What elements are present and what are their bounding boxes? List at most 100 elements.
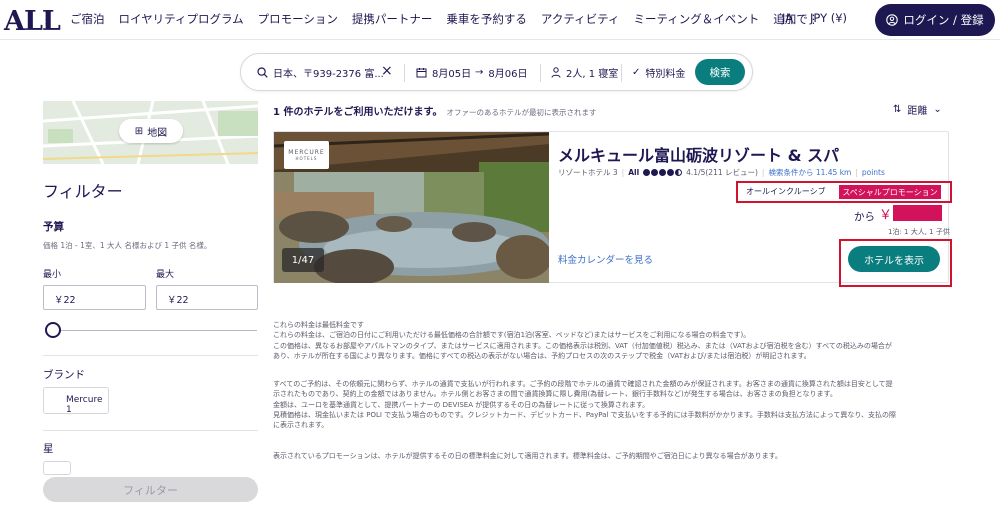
sort-selector[interactable]: ⇅ 距離 ⌄ — [893, 102, 942, 117]
apply-filter-button[interactable]: フィルター — [43, 477, 258, 502]
budget-label: 予算 — [43, 221, 64, 233]
filter-title: フィルター — [43, 182, 123, 201]
nav-item-stay[interactable]: ご宿泊 — [70, 11, 105, 27]
mercure-logo: MERCURE HOTELS — [284, 141, 329, 169]
footnote-payment: すべてのご予約は、その依頼元に関わらず、ホテルの通貨で支払いが行われます。ご予約… — [273, 379, 953, 430]
nav-item-partners[interactable]: 提携パートナー — [352, 11, 433, 27]
search-icon — [257, 67, 268, 78]
meta-separator: | — [855, 168, 858, 177]
footnote-line: すべてのご予約は、その依頼元に関わらず、ホテルの通貨で支払いが行われます。ご予約… — [273, 380, 893, 388]
destination-field[interactable]: 日本、〒939-2376 富... — [257, 65, 384, 80]
checkin-value: 8月05日 — [432, 69, 472, 80]
footnote-line: これらの料金は、ご宿泊の日付にご利用いただける最低価格の合計額です(宿泊1泊(客… — [273, 331, 751, 340]
footnote-rates: これらの料金は最低料金です これらの料金は、ご宿泊の日付にご利用いただける最低価… — [273, 320, 953, 361]
special-promotion-tag: スペシャルプロモーション — [839, 185, 941, 199]
min-price-input[interactable]: ￥22 — [43, 285, 146, 310]
nav-item-activities[interactable]: アクティビティ — [541, 11, 620, 27]
user-icon — [886, 14, 899, 26]
view-hotel-button[interactable]: ホテルを表示 — [848, 246, 940, 272]
budget-note: 価格 1泊 - 1室、1 大人 名様および 1 子供 名様。 — [43, 241, 212, 250]
login-button[interactable]: ログイン / 登録 — [875, 4, 995, 36]
top-header: ALL COM ご宿泊 ロイヤリティプログラム プロモーション 提携パートナー … — [0, 0, 1000, 40]
price-slider-handle[interactable] — [45, 322, 61, 338]
special-rate-field[interactable]: ✓ 特別料金 — [632, 65, 685, 80]
meta-separator: | — [761, 168, 765, 177]
hotel-photo[interactable]: MERCURE HOTELS 1/47 — [274, 132, 549, 283]
search-bar: 日本、〒939-2376 富... × 8月05日 → 8月06日 2人, 1 … — [240, 53, 753, 91]
special-rate-label: 特別料金 — [645, 69, 686, 80]
hotel-rating[interactable]: 4.1/5(211 レビュー) — [686, 167, 758, 178]
guests-field[interactable]: 2人, 1 寝室 — [551, 65, 618, 80]
result-count-note: オファーのあるホテルが最初に表示されます — [446, 108, 597, 117]
guests-value: 2人, 1 寝室 — [566, 69, 619, 80]
nav-item-meetings[interactable]: ミーティング＆イベント — [633, 11, 759, 27]
login-label: ログイン / 登録 — [903, 13, 984, 27]
min-label: 最小 — [43, 270, 62, 280]
footnote-line: これらの料金は最低料金です — [273, 321, 364, 329]
person-icon — [551, 67, 561, 78]
map-preview[interactable]: ⊞ 地図 — [43, 101, 258, 164]
all-inclusive-tag: オールインクルーシブ — [746, 187, 826, 196]
brand-label: ブランド — [43, 369, 85, 381]
search-divider — [540, 64, 541, 82]
rating-source: All — [628, 168, 640, 177]
sidebar-divider — [43, 355, 258, 356]
footnote-line: 金額は、ユーロを基準通貨として、提携パートナーの DEVISEA が提供するその… — [273, 400, 650, 409]
price-slider-track[interactable] — [54, 330, 257, 331]
sort-label: 距離 — [907, 106, 928, 117]
brand-option-mercure[interactable]: Mercure 1 — [43, 387, 109, 415]
result-count: 1 件のホテルをご利用いただけます。 オファーのあるホテルが最初に表示されます — [273, 103, 596, 118]
currency-selector[interactable]: JPY (¥) — [810, 11, 847, 25]
hotel-points: points — [861, 168, 885, 177]
search-divider — [404, 64, 405, 82]
max-label: 最大 — [156, 270, 175, 280]
footnote-line: この価格は、異なるお部屋やアパルトマンのタイプ、またはサービスに適用されます。こ… — [273, 341, 892, 350]
check-icon: ✓ — [632, 67, 641, 78]
calendar-icon — [416, 68, 427, 78]
search-divider — [621, 64, 622, 82]
mercure-logo-sub: HOTELS — [295, 156, 318, 161]
footnote-promotion: 表示されているプロモーションは、ホテルが提供するその日の標準料金に対して適用され… — [273, 452, 782, 460]
sidebar-divider — [43, 430, 258, 431]
search-button[interactable]: 検索 — [695, 59, 745, 85]
price-redacted — [893, 205, 942, 221]
sort-icon: ⇅ — [893, 104, 902, 115]
footnote-line: あり、ホテルが所在する国により異なります。価格にすべての税込の表示がない場合は、… — [273, 351, 811, 360]
star-option[interactable] — [43, 461, 71, 475]
nav-item-rides[interactable]: 乗車を予約する — [446, 11, 527, 27]
nav-item-loyalty[interactable]: ロイヤリティプログラム — [119, 11, 244, 27]
main-nav: ご宿泊 ロイヤリティプログラム プロモーション 提携パートナー 乗車を予約する … — [70, 11, 833, 27]
rating-dots-icon — [643, 169, 683, 176]
map-button[interactable]: ⊞ 地図 — [119, 119, 183, 143]
price-note: 1泊: 1 大人, 1 子供 — [888, 228, 950, 236]
checkout-value: 8月06日 — [488, 69, 528, 80]
hotel-name[interactable]: メルキュール富山砺波リゾート & スパ — [558, 142, 839, 166]
all-logo-sub: COM — [45, 12, 52, 27]
language-selector[interactable]: JA — [782, 11, 793, 25]
stars-label: 星 — [43, 443, 54, 455]
chevron-down-icon: ⌄ — [933, 104, 942, 115]
mercure-logo-text: MERCURE — [288, 149, 325, 156]
arrow-right-icon: → — [475, 67, 484, 78]
clear-destination-icon[interactable]: × — [381, 63, 393, 79]
map-button-label: 地図 — [147, 127, 168, 139]
meta-separator: | — [621, 168, 625, 177]
photo-counter: 1/47 — [282, 248, 324, 272]
max-price-input[interactable]: ￥22 — [156, 285, 258, 310]
destination-value: 日本、〒939-2376 富... — [273, 69, 384, 80]
rate-calendar-link[interactable]: 料金カレンダーを見る — [558, 252, 653, 266]
hotel-category: リゾートホテル 3 — [558, 168, 618, 177]
nav-item-promotions[interactable]: プロモーション — [258, 11, 338, 27]
result-count-text: 1 件のホテルをご利用いただけます。 — [273, 107, 443, 118]
hotel-meta: リゾートホテル 3 | All 4.1/5(211 レビュー) | 検索条件から… — [558, 167, 885, 178]
price-from-label: から — [854, 211, 875, 223]
hotel-distance: 検索条件から 11.45 km — [768, 168, 852, 177]
tags-highlight: オールインクルーシブ スペシャルプロモーション — [736, 181, 952, 203]
footnote-line: に表示されます。 — [273, 421, 329, 430]
footnote-line: 見積価格は、現金払いまたは POLI で支払う場合のものです。クレジットカード、… — [273, 410, 897, 419]
checkin-field[interactable]: 8月05日 — [416, 65, 471, 80]
hotel-card: MERCURE HOTELS 1/47 メルキュール富山砺波リゾート & スパ … — [273, 131, 952, 287]
checkout-field[interactable]: → 8月06日 — [475, 65, 527, 80]
footnote-line: 示されたものであり、契約上の金額ではありません。ホテル側とお客さまの間で通貨換算… — [273, 390, 837, 399]
price-currency: ￥ — [879, 208, 893, 223]
